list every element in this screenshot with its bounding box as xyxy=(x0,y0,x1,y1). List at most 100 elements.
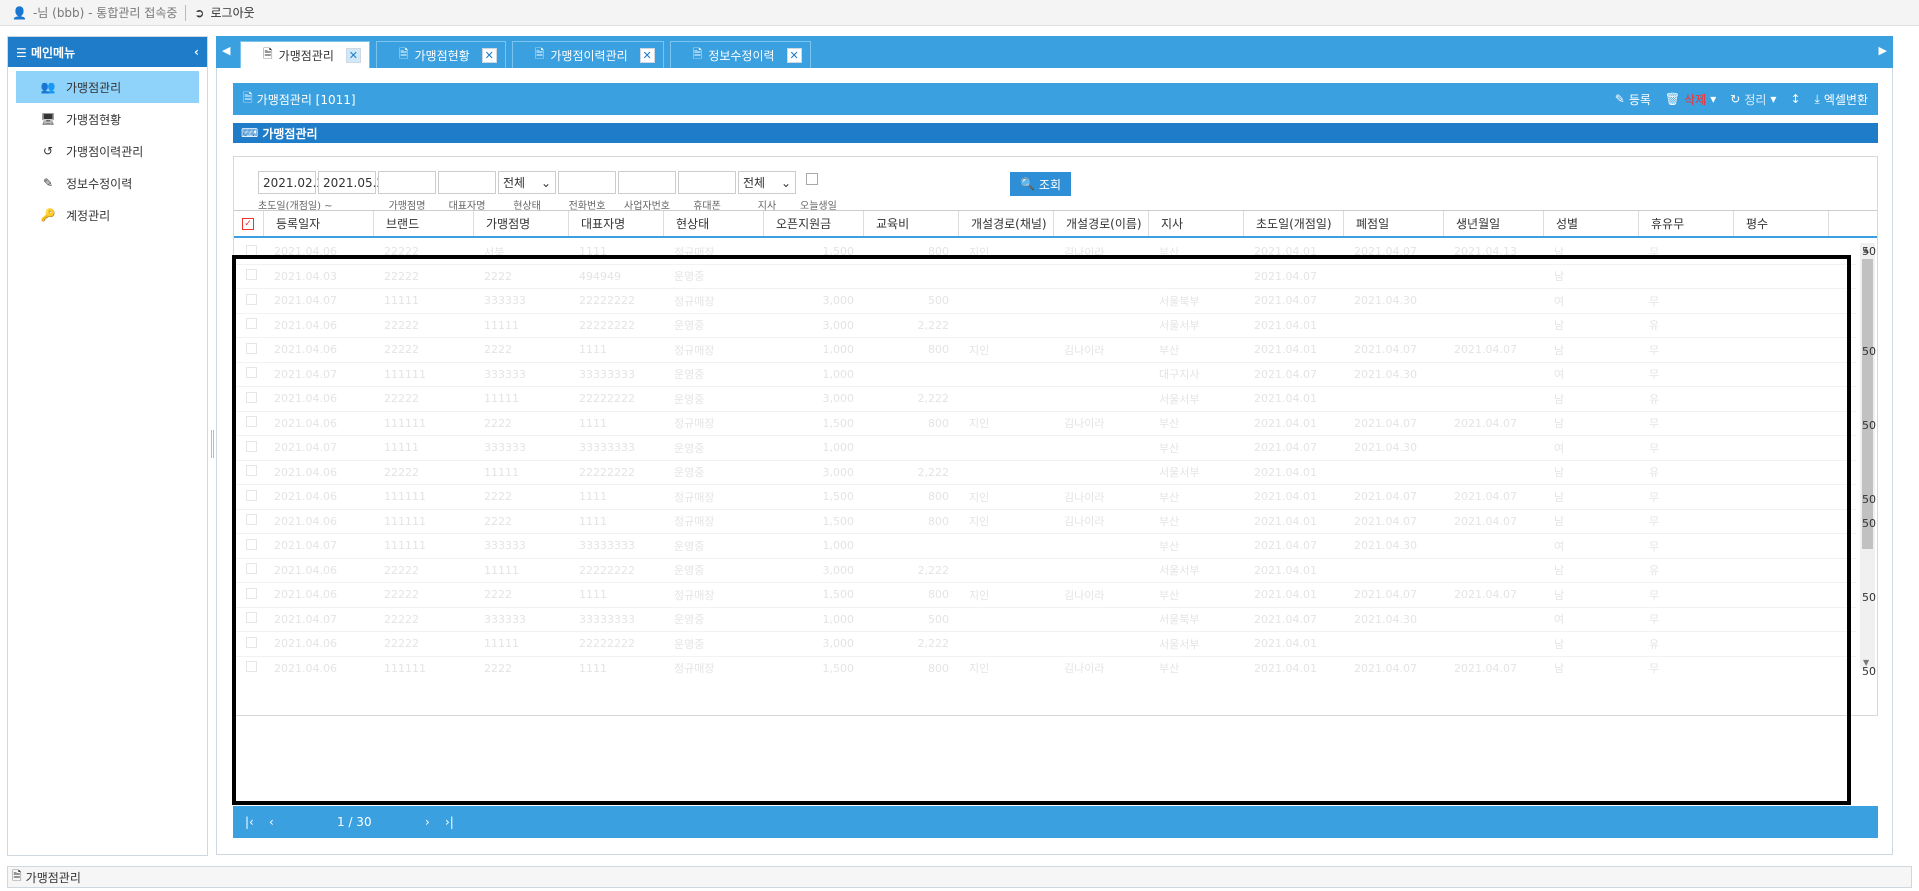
today-birthday-field[interactable]: 오늘생일 xyxy=(800,173,837,212)
tab-scroll-right-icon[interactable]: ▶ xyxy=(1879,44,1887,57)
table-row[interactable]: 2021.04.06 22222 2222 1111 정규매장 1,000 800 지인 김나이… xyxy=(234,338,1856,363)
tab-edit-history[interactable]: 🗎 정보수정이력 ✕ xyxy=(669,41,811,68)
mobile-input[interactable] xyxy=(678,171,736,194)
column-header[interactable]: 브랜드 xyxy=(374,211,474,236)
date-to-input[interactable]: 2021.05.26 xyxy=(318,171,392,194)
table-row[interactable]: 2021.04.06 111111 2222 1111 정규매장 1,500 800 지인 김나… xyxy=(234,657,1856,681)
column-header[interactable]: 평수 xyxy=(1734,211,1829,236)
row-checkbox[interactable] xyxy=(234,612,264,626)
sidebar-item-store-management[interactable]: 👥 가맹점관리 xyxy=(16,71,199,103)
column-header[interactable]: 폐점일 xyxy=(1344,211,1444,236)
next-page-icon[interactable]: › xyxy=(425,815,430,829)
column-header[interactable]: 지사 xyxy=(1149,211,1244,236)
column-header[interactable]: 현상태 xyxy=(664,211,764,236)
table-row[interactable]: 2021.04.06 22222 2222 1111 정규매장 1,500 800 지인 김나이… xyxy=(234,583,1856,608)
row-checkbox[interactable] xyxy=(234,318,264,332)
column-header[interactable]: 등록일자 xyxy=(264,211,374,236)
today-birthday-checkbox[interactable] xyxy=(806,173,818,185)
column-header[interactable]: 생년월일 xyxy=(1444,211,1544,236)
logout-button[interactable]: ➲ 로그아웃 xyxy=(194,4,254,21)
table-row[interactable]: 2021.04.06 22222 11111 22222222 운영중 3,000 2,22… xyxy=(234,632,1856,657)
row-checkbox[interactable] xyxy=(234,244,264,259)
store-name-input[interactable] xyxy=(378,171,436,194)
grid-body[interactable]: 2021.04.06 22222 서북 1111 정규매장 1,500 800 지인 김나이라 부… xyxy=(234,240,1856,680)
close-tab-icon[interactable]: ✕ xyxy=(639,47,655,63)
biz-number-field[interactable]: 사업자번호 xyxy=(618,171,676,212)
table-row[interactable]: 2021.04.07 22222 333333 33333333 운영중 1,000 500… xyxy=(234,608,1856,632)
branch-field[interactable]: 전체 ⌄ 지사 xyxy=(738,171,796,212)
table-row[interactable]: 2021.04.03 22222 2222 494949 운영중 2021.04.07 남 xyxy=(234,265,1856,289)
phone-field[interactable]: 전화번호 xyxy=(558,171,616,212)
last-page-icon[interactable]: ›| xyxy=(445,815,454,829)
status-select[interactable]: 전체 ⌄ xyxy=(498,171,556,194)
column-header[interactable]: 성별 xyxy=(1544,211,1639,236)
close-tab-icon[interactable]: ✕ xyxy=(481,47,497,63)
close-tab-icon[interactable]: ✕ xyxy=(786,47,802,63)
first-page-icon[interactable]: |‹ xyxy=(245,815,254,829)
table-row[interactable]: 2021.04.07 11111 333333 33333333 운영중 1,000 부산 2… xyxy=(234,436,1856,461)
excel-export-button[interactable]: ⤓ 엑셀변환 xyxy=(1815,91,1868,108)
table-row[interactable]: 2021.04.06 111111 2222 1111 정규매장 1,500 800 지인 김나… xyxy=(234,510,1856,534)
row-checkbox[interactable] xyxy=(234,391,264,406)
sort-button[interactable]: ↻ 정리 ▾ xyxy=(1730,91,1776,108)
table-row[interactable]: 2021.04.06 111111 2222 1111 정규매장 1,500 800 지인 김나… xyxy=(234,412,1856,436)
owner-name-field[interactable]: 대표자명 xyxy=(438,171,496,212)
sidebar-splitter[interactable] xyxy=(211,430,214,458)
table-row[interactable]: 2021.04.06 22222 11111 22222222 운영중 3,000 2,22… xyxy=(234,314,1856,338)
date-from-field[interactable]: 2021.02.26 초도일(개점일) ~ xyxy=(258,171,333,212)
tab-store-history[interactable]: 🗎 가맹점이력관리 ✕ xyxy=(511,41,664,68)
status-field[interactable]: 전체 ⌄ 현상태 xyxy=(498,171,556,212)
collapse-sidebar-icon[interactable]: ‹ xyxy=(194,45,199,59)
table-row[interactable]: 2021.04.07 111111 333333 33333333 운영중 1,000 대구… xyxy=(234,363,1856,387)
row-checkbox[interactable] xyxy=(234,416,264,430)
table-row[interactable]: 2021.04.06 22222 11111 22222222 운영중 3,000 2,22… xyxy=(234,461,1856,485)
sidebar-item-edit-history[interactable]: ✎ 정보수정이력 xyxy=(16,167,199,199)
date-to-field[interactable]: 2021.05.26 xyxy=(318,171,392,194)
column-header[interactable]: 오픈지원금 xyxy=(764,211,864,236)
row-checkbox[interactable] xyxy=(234,367,264,381)
column-header[interactable]: 초도일(개점일) xyxy=(1244,211,1344,236)
branch-select[interactable]: 전체 ⌄ xyxy=(738,171,796,194)
row-checkbox[interactable] xyxy=(234,465,264,479)
owner-name-input[interactable] xyxy=(438,171,496,194)
table-row[interactable]: 2021.04.06 22222 11111 22222222 운영중 3,000 2,22… xyxy=(234,387,1856,412)
delete-button[interactable]: 🗑 삭제 ▾ xyxy=(1665,91,1716,108)
biz-number-input[interactable] xyxy=(618,171,676,194)
row-checkbox[interactable] xyxy=(234,489,264,504)
table-row[interactable]: 2021.04.06 22222 서북 1111 정규매장 1,500 800 지인 김나이라 부… xyxy=(234,240,1856,265)
row-checkbox[interactable] xyxy=(234,514,264,528)
prev-page-icon[interactable]: ‹ xyxy=(269,815,274,829)
column-header[interactable]: 대표자명 xyxy=(569,211,664,236)
close-tab-icon[interactable]: ✕ xyxy=(345,47,361,63)
column-header[interactable]: 교육비 xyxy=(864,211,959,236)
sidebar-item-account-management[interactable]: 🔑 계정관리 xyxy=(16,199,199,231)
column-header[interactable]: 가맹점명 xyxy=(474,211,569,236)
column-header[interactable]: 개설경로(채널) xyxy=(959,211,1054,236)
search-button[interactable]: 🔍 조회 xyxy=(1010,172,1071,196)
register-button[interactable]: ✎ 등록 xyxy=(1615,91,1651,108)
select-all-checkbox[interactable]: ✓ xyxy=(234,211,264,236)
column-header[interactable]: 휴유무 xyxy=(1639,211,1734,236)
row-checkbox[interactable] xyxy=(234,293,264,308)
phone-input[interactable] xyxy=(558,171,616,194)
row-checkbox[interactable] xyxy=(234,636,264,651)
table-row[interactable]: 2021.04.07 111111 333333 33333333 운영중 1,000 부산… xyxy=(234,534,1856,559)
tab-store-management[interactable]: 🗎 가맹점관리 ✕ xyxy=(240,41,370,68)
table-row[interactable]: 2021.04.07 11111 333333 22222222 정규매장 3,000 50… xyxy=(234,289,1856,314)
row-checkbox[interactable] xyxy=(234,440,264,455)
row-checkbox[interactable] xyxy=(234,587,264,602)
sidebar-item-store-status[interactable]: 🖥 가맹점현황 xyxy=(16,103,199,135)
resize-button[interactable]: ↕ xyxy=(1790,92,1800,106)
row-checkbox[interactable] xyxy=(234,342,264,357)
sidebar-item-store-history[interactable]: ↺ 가맹점이력관리 xyxy=(16,135,199,167)
date-from-input[interactable]: 2021.02.26 xyxy=(258,171,332,194)
row-checkbox[interactable] xyxy=(234,661,264,675)
table-row[interactable]: 2021.04.06 22222 11111 22222222 운영중 3,000 2,22… xyxy=(234,559,1856,583)
store-name-field[interactable]: 가맹점명 xyxy=(378,171,436,212)
column-header[interactable]: 개설경로(이름) xyxy=(1054,211,1149,236)
tab-store-status[interactable]: 🗎 가맹점현황 ✕ xyxy=(375,41,506,68)
table-row[interactable]: 2021.04.06 111111 2222 1111 정규매장 1,500 800 지인 김나… xyxy=(234,485,1856,510)
tab-scroll-left-icon[interactable]: ◀ xyxy=(222,44,230,57)
row-checkbox[interactable] xyxy=(234,269,264,283)
mobile-field[interactable]: 휴대폰 xyxy=(678,171,736,212)
